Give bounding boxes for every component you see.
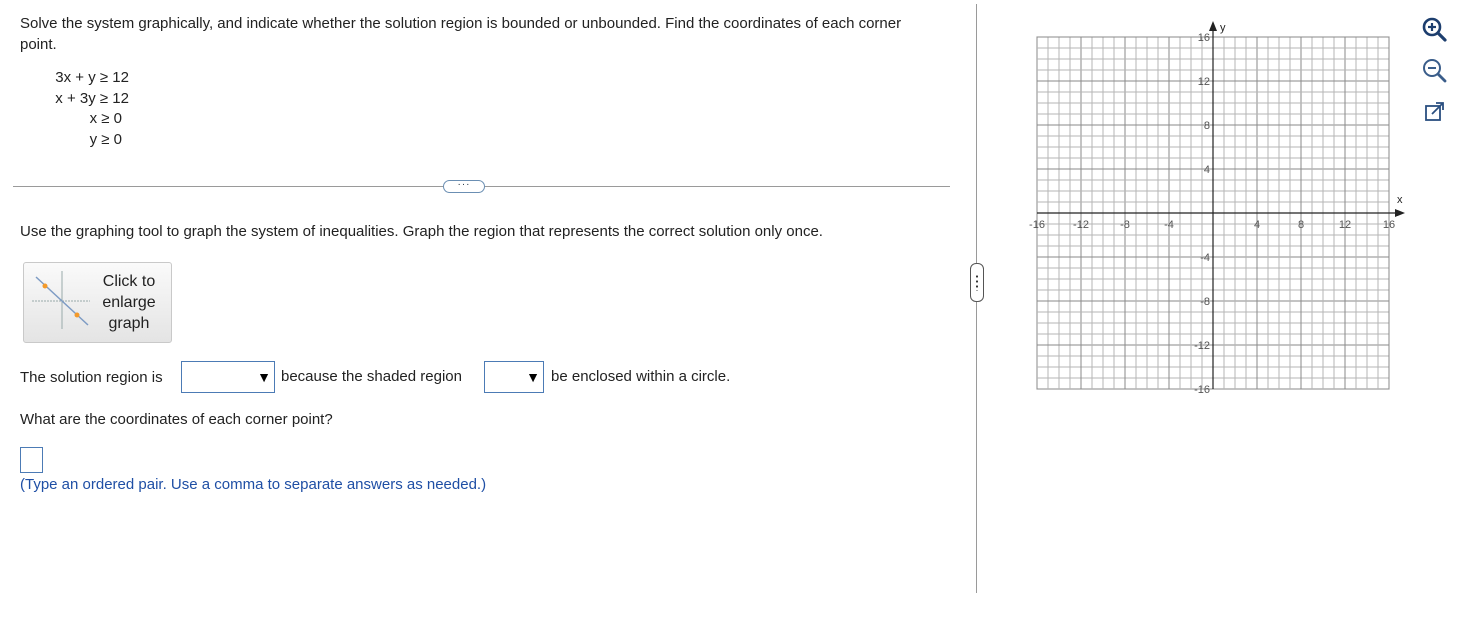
y-tick-label: 8 <box>1204 120 1210 132</box>
y-tick-label: -4 <box>1200 252 1210 264</box>
graph-instruction: Use the graphing tool to graph the syste… <box>20 223 823 240</box>
solution-region-prefix: The solution region is <box>20 369 163 386</box>
x-tick-label: -12 <box>1073 219 1089 231</box>
show-more-button[interactable]: ··· <box>443 180 485 193</box>
problem-prompt: Solve the system graphically, and indica… <box>20 15 902 53</box>
y-tick-label: 12 <box>1198 76 1210 88</box>
y-tick-label: 4 <box>1204 164 1210 176</box>
drag-dots-icon <box>976 274 978 291</box>
x-tick-label: 12 <box>1339 219 1351 231</box>
y-tick-label: -16 <box>1194 384 1210 396</box>
x-tick-label: -4 <box>1164 219 1174 231</box>
coordinate-graph[interactable]: x y -16 -12 -8 -4 4 8 12 16 16 12 8 4 -4 -8 -12 -16 <box>1020 10 1410 400</box>
dropdown-arrow-icon: ▼ <box>526 369 540 385</box>
y-axis-label: y <box>1220 22 1226 34</box>
x-axis-label: x <box>1397 194 1403 206</box>
popout-icon[interactable] <box>1421 99 1447 125</box>
dropdown-arrow-icon: ▼ <box>257 369 271 385</box>
y-tick-label: -12 <box>1194 340 1210 352</box>
inequality-4: y ≥ 0 <box>89 130 122 148</box>
x-tick-label: 4 <box>1254 219 1260 231</box>
enclosed-text: be enclosed within a circle. <box>551 368 731 385</box>
y-tick-label: -8 <box>1200 296 1210 308</box>
bounded-select[interactable]: ▼ <box>181 361 275 393</box>
corner-point-question: What are the coordinates of each corner … <box>20 411 333 428</box>
graph-thumbnail-icon <box>32 271 90 329</box>
zoom-out-icon[interactable] <box>1421 57 1447 83</box>
can-cannot-select[interactable]: ▼ <box>484 361 544 393</box>
pane-resize-handle[interactable] <box>970 263 984 302</box>
inequality-2: x + 3y ≥ 12 <box>55 89 129 107</box>
y-tick-label: 16 <box>1198 32 1210 44</box>
y-axis-arrow <box>1209 21 1217 31</box>
inequality-system: 3x + y ≥ 12 x + 3y ≥ 12 x ≥ 0 y ≥ 0 <box>48 68 129 150</box>
enlarge-graph-button[interactable]: Click to enlarge graph <box>23 262 172 343</box>
x-tick-label: -8 <box>1120 219 1130 231</box>
x-axis-arrow <box>1395 209 1405 217</box>
because-text: because the shaded region <box>281 368 462 385</box>
x-tick-label: 16 <box>1383 219 1395 231</box>
inequality-3: x ≥ 0 <box>89 110 122 127</box>
corner-point-input[interactable] <box>20 447 43 473</box>
x-tick-label: 8 <box>1298 219 1304 231</box>
zoom-in-icon[interactable] <box>1421 16 1447 42</box>
answer-hint: (Type an ordered pair. Use a comma to se… <box>20 476 487 493</box>
inequality-1: 3x + y ≥ 12 <box>55 69 129 86</box>
enlarge-graph-label: Click to enlarge graph <box>102 273 156 332</box>
x-tick-label: -16 <box>1029 219 1045 231</box>
